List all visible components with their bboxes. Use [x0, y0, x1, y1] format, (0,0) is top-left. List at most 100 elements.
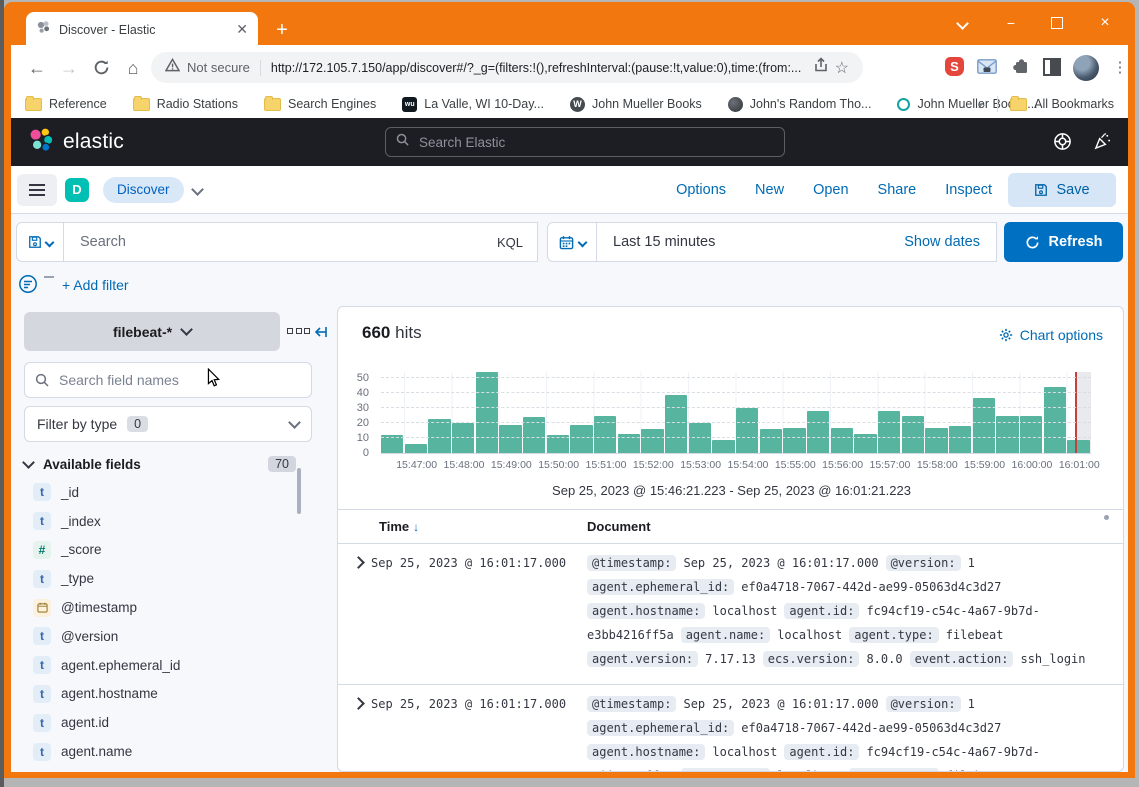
all-bookmarks-button[interactable]: All Bookmarks — [1010, 97, 1114, 111]
breadcrumb-discover[interactable]: Discover — [103, 177, 184, 203]
row-document-summary[interactable]: @timestamp:Sep 25, 2023 @ 16:01:17.000@v… — [587, 692, 1115, 772]
global-search-input[interactable] — [417, 134, 774, 151]
field-key-chip: agent.type: — [849, 768, 938, 772]
url-text[interactable]: http://172.105.7.150/app/discover#/?_g=(… — [271, 61, 801, 75]
field-item[interactable]: tagent.hostname — [24, 680, 292, 709]
browser-toolbar: ← → ⌂ Not secure http://172.105.7.150/ap… — [11, 45, 1128, 90]
field-key-chip: agent.hostname: — [587, 603, 705, 619]
chevron-down-icon — [44, 237, 54, 247]
newsfeed-party-icon[interactable] — [1093, 132, 1112, 156]
field-value: ef0a4718-7067-442d-ae99-05063d4c3d27 — [741, 580, 1001, 594]
refresh-label: Refresh — [1049, 234, 1103, 250]
time-range-value[interactable]: Last 15 minutes — [613, 234, 715, 250]
extension-mail-icon[interactable] — [977, 59, 999, 81]
query-language-label[interactable]: KQL — [497, 235, 523, 250]
back-icon[interactable]: ← — [23, 54, 51, 82]
window-close-button[interactable]: × — [1090, 10, 1120, 36]
save-button[interactable]: Save — [1008, 173, 1116, 207]
query-bar[interactable]: KQL — [63, 222, 538, 262]
reload-icon[interactable] — [87, 54, 115, 82]
mouse-cursor — [206, 368, 222, 393]
field-item[interactable]: t_index — [24, 507, 292, 536]
address-bar[interactable]: Not secure http://172.105.7.150/app/disc… — [151, 52, 863, 83]
field-value: Sep 25, 2023 @ 16:01:17.000 — [683, 556, 878, 570]
index-pattern-selector[interactable]: filebeat-* — [24, 312, 280, 351]
new-tab-button[interactable]: + — [270, 19, 294, 43]
field-item[interactable]: t_id — [24, 478, 292, 507]
divider — [997, 96, 998, 112]
document-line: agent.hostname:localhostagent.id:fc94cf1… — [587, 740, 1115, 764]
bookmark-item[interactable]: Radio Stations — [133, 97, 238, 111]
share-icon[interactable] — [813, 57, 829, 78]
security-label: Not secure — [187, 60, 250, 75]
field-item[interactable]: t@version — [24, 622, 292, 651]
row-document-summary[interactable]: @timestamp:Sep 25, 2023 @ 16:01:17.000@v… — [587, 551, 1115, 671]
field-item[interactable]: @timestamp — [24, 593, 292, 622]
field-item[interactable]: tagent.id — [24, 708, 292, 737]
space-avatar[interactable]: D — [65, 178, 89, 202]
collapse-sidebar-icon[interactable] — [313, 324, 329, 345]
window-maximize-button[interactable] — [1042, 10, 1072, 36]
date-picker-menu-button[interactable] — [547, 222, 597, 262]
refresh-button[interactable]: Refresh — [1004, 222, 1123, 262]
bookmark-item[interactable]: Search Engines — [264, 97, 376, 111]
field-value: filebeat — [946, 769, 1004, 772]
folder-icon — [264, 98, 281, 111]
document-line: @timestamp:Sep 25, 2023 @ 16:01:17.000@v… — [587, 551, 1115, 575]
expand-row-icon[interactable] — [352, 697, 365, 710]
add-filter-link[interactable]: + Add filter — [62, 277, 129, 293]
bookmark-item[interactable]: La Valle, WI 10-Day... — [402, 97, 544, 112]
field-search-box[interactable] — [24, 362, 312, 398]
tab-close-icon[interactable]: ✕ — [236, 21, 248, 38]
expand-row-icon[interactable] — [352, 556, 365, 569]
menu-options[interactable]: Options — [676, 182, 726, 198]
bookmark-star-icon[interactable]: ☆ — [835, 58, 849, 78]
field-item[interactable]: tagent.ephemeral_id — [24, 651, 292, 680]
field-name: agent.hostname — [61, 686, 158, 701]
index-pattern-label: filebeat-* — [113, 324, 172, 340]
show-dates-link[interactable]: Show dates — [904, 234, 980, 250]
date-field-icon — [33, 599, 51, 617]
field-item[interactable]: t_type — [24, 564, 292, 593]
available-fields-header[interactable]: Available fields 70 — [24, 452, 296, 476]
bookmark-item[interactable]: John's Random Tho... — [728, 97, 872, 112]
field-item[interactable]: tagent.name — [24, 737, 292, 766]
bookmark-item[interactable]: John Mueller Books — [570, 97, 702, 112]
window-menu-chevron-icon[interactable] — [947, 10, 977, 36]
extensions-puzzle-icon[interactable] — [1012, 58, 1034, 80]
bookmark-label: John's Random Tho... — [750, 97, 872, 111]
time-range-control[interactable]: Last 15 minutes Show dates — [596, 222, 997, 262]
profile-avatar[interactable] — [1073, 55, 1099, 81]
menu-hamburger-icon[interactable] — [17, 174, 57, 206]
home-icon[interactable]: ⌂ — [119, 54, 147, 82]
elastic-brand: elastic — [63, 130, 124, 154]
query-input[interactable] — [78, 233, 497, 251]
bookmarks-overflow-icon[interactable]: » — [978, 97, 985, 112]
field-settings-dots-icon[interactable] — [287, 328, 310, 334]
field-key-chip: agent.id: — [784, 744, 859, 760]
bookmarks-bar: Reference Radio Stations Search Engines La … — [11, 90, 1128, 118]
window-frame — [1128, 45, 1135, 772]
field-name: @version — [61, 629, 118, 644]
field-item[interactable]: #_score — [24, 536, 292, 565]
browser-menu-kebab-icon[interactable]: ⋮ — [1109, 57, 1131, 79]
browser-titlebar: Discover - Elastic ✕ + − × — [4, 2, 1135, 45]
filter-by-type-select[interactable]: Filter by type 0 — [24, 406, 312, 442]
menu-new[interactable]: New — [755, 182, 784, 198]
extension-s-icon[interactable]: S — [945, 57, 967, 79]
saved-query-menu-button[interactable] — [16, 222, 64, 262]
global-search[interactable] — [385, 127, 785, 157]
field-search-input[interactable] — [57, 371, 301, 389]
menu-inspect[interactable]: Inspect — [945, 182, 992, 198]
menu-open[interactable]: Open — [813, 182, 848, 198]
menu-share[interactable]: Share — [878, 182, 917, 198]
sidebar-scrollbar[interactable] — [297, 468, 301, 514]
filter-functions-icon[interactable] — [18, 274, 38, 299]
window-minimize-button[interactable]: − — [996, 10, 1026, 36]
elastic-logo-icon[interactable] — [27, 126, 54, 158]
side-panel-icon[interactable] — [1043, 58, 1065, 80]
browser-tab[interactable]: Discover - Elastic ✕ — [26, 12, 258, 47]
bookmark-item[interactable]: Reference — [25, 97, 107, 111]
help-icon[interactable] — [1053, 132, 1072, 156]
chevron-down-icon[interactable] — [191, 183, 204, 196]
